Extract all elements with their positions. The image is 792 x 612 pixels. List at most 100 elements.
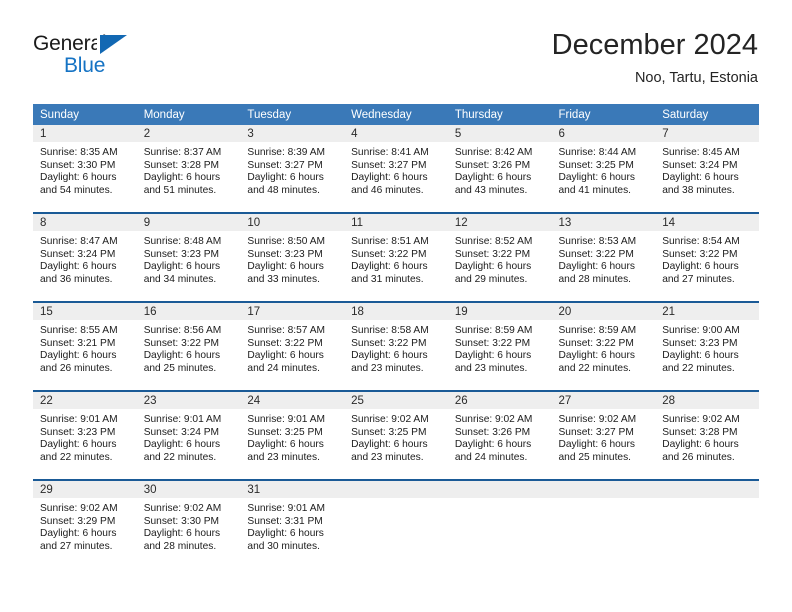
sunset-time: Sunset: 3:28 PM (143, 159, 220, 171)
sunrise-time: Sunrise: 9:01 AM (247, 414, 325, 425)
day-details: Sunrise: 8:41 AM Sunset: 3:27 PM Daylight:… (344, 142, 448, 197)
daylight-duration-line1: Daylight: 6 hours (247, 528, 324, 540)
calendar-day-cell[interactable]: 29 Sunrise: 9:02 AM Sunset: 3:29 PM Dayligh… (33, 479, 137, 568)
calendar-day-cell[interactable]: 19 Sunrise: 8:59 AM Sunset: 3:22 PM Dayligh… (447, 301, 552, 391)
calendar-day-cell[interactable]: 8 Sunrise: 8:47 AM Sunset: 3:24 PM Daylight… (33, 212, 137, 302)
calendar-day-cell[interactable]: 3 Sunrise: 8:39 AM Sunset: 3:27 PM Daylight… (240, 125, 345, 213)
daylight-duration-line1: Daylight: 6 hours (558, 350, 635, 362)
daylight-duration-line2: and 36 minutes. (40, 273, 113, 285)
calendar-day-cell[interactable]: 2 Sunrise: 8:37 AM Sunset: 3:28 PM Daylight… (136, 125, 241, 213)
day-cell-inner: 25 Sunrise: 9:02 AM Sunset: 3:25 PM Dayligh… (344, 392, 448, 479)
sunrise-time: Sunrise: 8:55 AM (40, 325, 118, 336)
day-cell-inner: 16 Sunrise: 8:56 AM Sunset: 3:22 PM Dayligh… (136, 303, 241, 390)
logo-text-general: General (33, 32, 107, 55)
day-number: 25 (344, 392, 448, 409)
day-details: Sunrise: 8:48 AM Sunset: 3:23 PM Daylight:… (137, 231, 241, 286)
day-number: 8 (33, 214, 137, 231)
day-details: Sunrise: 8:39 AM Sunset: 3:27 PM Daylight:… (240, 142, 344, 197)
sunset-time: Sunset: 3:24 PM (662, 159, 738, 171)
sunset-time: Sunset: 3:23 PM (247, 248, 323, 260)
calendar-day-cell[interactable]: 25 Sunrise: 9:02 AM Sunset: 3:25 PM Dayligh… (344, 390, 448, 480)
sunrise-time: Sunrise: 8:58 AM (351, 325, 429, 336)
calendar-day-cell[interactable]: 21 Sunrise: 9:00 AM Sunset: 3:23 PM Dayligh… (655, 301, 759, 391)
day-details: Sunrise: 9:01 AM Sunset: 3:25 PM Daylight:… (240, 409, 344, 464)
sunrise-sunset-calendar: Sunday Monday Tuesday Wednesday Thursday… (33, 104, 759, 568)
sunset-time: Sunset: 3:29 PM (40, 515, 116, 527)
sunset-time: Sunset: 3:28 PM (662, 426, 738, 438)
sunset-time: Sunset: 3:22 PM (351, 337, 427, 349)
daylight-duration-line2: and 43 minutes. (454, 184, 528, 196)
day-details: Sunrise: 8:56 AM Sunset: 3:22 PM Daylight:… (137, 320, 241, 375)
sunset-time: Sunset: 3:25 PM (351, 426, 427, 438)
calendar-day-cell[interactable]: 11 Sunrise: 8:51 AM Sunset: 3:22 PM Dayligh… (344, 212, 448, 302)
calendar-day-cell[interactable]: 31 Sunrise: 9:01 AM Sunset: 3:31 PM Dayligh… (240, 479, 345, 568)
day-details: Sunrise: 8:42 AM Sunset: 3:26 PM Daylight:… (448, 142, 552, 197)
calendar-day-cell[interactable]: 26 Sunrise: 9:02 AM Sunset: 3:26 PM Dayligh… (447, 390, 552, 480)
calendar-cell-empty (551, 479, 656, 568)
day-number: 19 (447, 303, 552, 320)
calendar-week-row: 1 Sunrise: 8:35 AM Sunset: 3:30 PM Daylight… (33, 125, 759, 213)
sunset-time: Sunset: 3:23 PM (143, 248, 220, 260)
calendar-day-cell[interactable]: 18 Sunrise: 8:58 AM Sunset: 3:22 PM Dayligh… (344, 301, 448, 391)
day-cell-inner: 29 Sunrise: 9:02 AM Sunset: 3:29 PM Dayligh… (33, 481, 137, 568)
calendar-day-cell[interactable]: 5 Sunrise: 8:42 AM Sunset: 3:26 PM Daylight… (447, 125, 552, 213)
day-cell-inner: 1 Sunrise: 8:35 AM Sunset: 3:30 PM Daylight… (33, 125, 137, 212)
calendar-weeks: 1 Sunrise: 8:35 AM Sunset: 3:30 PM Daylight… (33, 125, 759, 568)
calendar-day-cell[interactable]: 7 Sunrise: 8:45 AM Sunset: 3:24 PM Daylight… (655, 125, 759, 213)
daylight-duration-line1: Daylight: 6 hours (454, 350, 532, 362)
weekday-header-friday: Friday (551, 104, 656, 125)
calendar-day-cell[interactable]: 6 Sunrise: 8:44 AM Sunset: 3:25 PM Daylight… (551, 125, 656, 213)
calendar-day-cell[interactable]: 12 Sunrise: 8:52 AM Sunset: 3:22 PM Dayligh… (447, 212, 552, 302)
daylight-duration-line1: Daylight: 6 hours (247, 439, 324, 451)
calendar-day-cell[interactable]: 17 Sunrise: 8:57 AM Sunset: 3:22 PM Dayligh… (240, 301, 345, 391)
day-cell-inner: 3 Sunrise: 8:39 AM Sunset: 3:27 PM Daylight… (240, 125, 345, 212)
logo-text-blue: Blue (64, 54, 106, 77)
sunrise-time: Sunrise: 8:57 AM (247, 325, 325, 336)
daylight-duration-line1: Daylight: 6 hours (351, 350, 428, 362)
day-cell-inner (551, 481, 656, 568)
sunrise-time: Sunrise: 8:48 AM (143, 236, 222, 247)
title-block: December 2024 Noo, Tartu, Estonia (552, 28, 758, 88)
calendar-day-cell[interactable]: 27 Sunrise: 9:02 AM Sunset: 3:27 PM Dayligh… (551, 390, 656, 480)
location-subtitle: Noo, Tartu, Estonia (634, 70, 758, 86)
daylight-duration-line1: Daylight: 6 hours (40, 350, 117, 362)
day-details: Sunrise: 8:51 AM Sunset: 3:22 PM Daylight:… (344, 231, 448, 286)
calendar-day-cell[interactable]: 10 Sunrise: 8:50 AM Sunset: 3:23 PM Dayligh… (240, 212, 345, 302)
sunset-time: Sunset: 3:30 PM (143, 515, 220, 527)
calendar-day-cell[interactable]: 16 Sunrise: 8:56 AM Sunset: 3:22 PM Dayligh… (136, 301, 241, 391)
day-cell-inner: 11 Sunrise: 8:51 AM Sunset: 3:22 PM Dayligh… (344, 214, 448, 301)
daylight-duration-line2: and 26 minutes. (40, 362, 113, 374)
sunset-time: Sunset: 3:22 PM (454, 248, 531, 260)
calendar-day-cell[interactable]: 28 Sunrise: 9:02 AM Sunset: 3:28 PM Dayligh… (655, 390, 759, 480)
sunset-time: Sunset: 3:22 PM (662, 248, 738, 260)
day-number: 30 (136, 481, 241, 498)
calendar-day-cell[interactable]: 15 Sunrise: 8:55 AM Sunset: 3:21 PM Dayligh… (33, 301, 137, 391)
calendar-day-cell[interactable]: 20 Sunrise: 8:59 AM Sunset: 3:22 PM Dayligh… (551, 301, 656, 391)
day-details: Sunrise: 8:55 AM Sunset: 3:21 PM Daylight:… (33, 320, 137, 375)
calendar-page: General Blue December 2024 Noo, Tartu, E… (0, 0, 792, 612)
day-number (551, 481, 656, 498)
day-cell-inner: 19 Sunrise: 8:59 AM Sunset: 3:22 PM Dayligh… (447, 303, 552, 390)
daylight-duration-line1: Daylight: 6 hours (662, 350, 739, 362)
calendar-day-cell[interactable]: 1 Sunrise: 8:35 AM Sunset: 3:30 PM Daylight… (33, 125, 137, 213)
daylight-duration-line2: and 22 minutes. (143, 451, 217, 463)
day-cell-inner: 23 Sunrise: 9:01 AM Sunset: 3:24 PM Dayligh… (136, 392, 241, 479)
general-blue-logo[interactable]: General Blue (33, 32, 213, 80)
weekday-header-tuesday: Tuesday (240, 104, 345, 125)
calendar-day-cell[interactable]: 13 Sunrise: 8:53 AM Sunset: 3:22 PM Dayligh… (551, 212, 656, 302)
sunrise-time: Sunrise: 8:53 AM (558, 236, 637, 247)
day-cell-inner: 24 Sunrise: 9:01 AM Sunset: 3:25 PM Dayligh… (240, 392, 345, 479)
daylight-duration-line1: Daylight: 6 hours (143, 350, 221, 362)
daylight-duration-line2: and 25 minutes. (558, 451, 632, 463)
calendar-day-cell[interactable]: 4 Sunrise: 8:41 AM Sunset: 3:27 PM Daylight… (344, 125, 448, 213)
calendar-day-cell[interactable]: 30 Sunrise: 9:02 AM Sunset: 3:30 PM Dayligh… (136, 479, 241, 568)
calendar-day-cell[interactable]: 14 Sunrise: 8:54 AM Sunset: 3:22 PM Dayligh… (655, 212, 759, 302)
calendar-day-cell[interactable]: 23 Sunrise: 9:01 AM Sunset: 3:24 PM Dayligh… (136, 390, 241, 480)
day-number: 28 (655, 392, 759, 409)
sunrise-time: Sunrise: 8:35 AM (40, 147, 118, 158)
calendar-day-cell[interactable]: 22 Sunrise: 9:01 AM Sunset: 3:23 PM Dayligh… (33, 390, 137, 480)
sunset-time: Sunset: 3:22 PM (351, 248, 427, 260)
calendar-day-cell[interactable]: 9 Sunrise: 8:48 AM Sunset: 3:23 PM Daylight… (136, 212, 241, 302)
day-details: Sunrise: 9:02 AM Sunset: 3:27 PM Daylight:… (552, 409, 656, 464)
calendar-day-cell[interactable]: 24 Sunrise: 9:01 AM Sunset: 3:25 PM Dayligh… (240, 390, 345, 480)
